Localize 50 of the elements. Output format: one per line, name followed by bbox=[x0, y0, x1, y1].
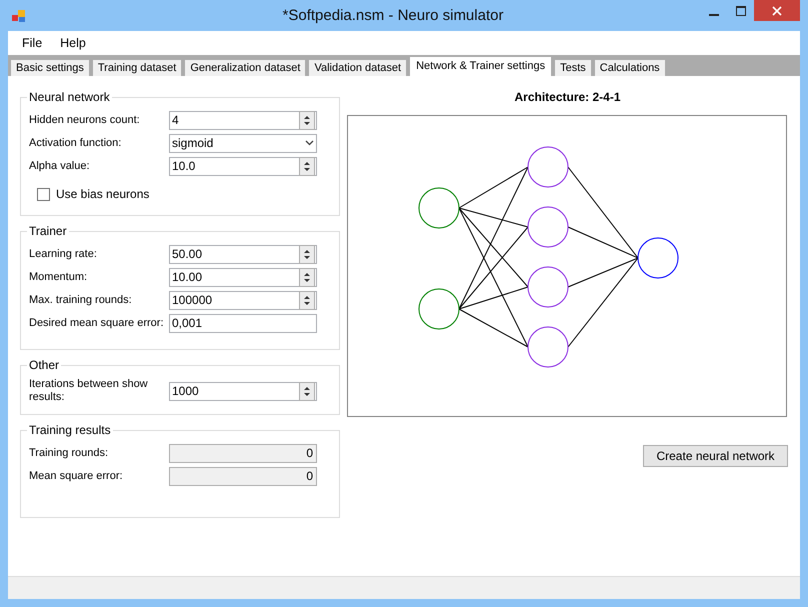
architecture-title: Architecture: 2-4-1 bbox=[514, 90, 621, 104]
field-label: Alpha value: bbox=[29, 160, 91, 172]
spinner-icon[interactable] bbox=[299, 268, 315, 286]
field-label: Activation function: bbox=[29, 136, 122, 150]
spinner-icon[interactable] bbox=[299, 244, 315, 264]
group-title: Training results bbox=[28, 423, 112, 437]
tab[interactable]: Network & Trainer settings bbox=[409, 56, 552, 76]
spin-box[interactable]: 10.00 bbox=[169, 268, 317, 286]
group-title: Neural network bbox=[28, 90, 111, 104]
close-button[interactable] bbox=[754, 0, 800, 21]
checkbox-label: Use bias neurons bbox=[56, 187, 150, 201]
tab[interactable]: Basic settings bbox=[10, 59, 90, 76]
spin-box[interactable]: 1000 bbox=[169, 382, 317, 400]
field-label: Max. training rounds: bbox=[29, 294, 133, 306]
spin-box[interactable]: 10.0 bbox=[169, 156, 317, 176]
input-field[interactable]: 0,001 bbox=[169, 314, 317, 332]
spin-box[interactable]: 4 bbox=[169, 110, 317, 130]
field-label: Momentum: bbox=[29, 270, 88, 284]
tab[interactable]: Generalization dataset bbox=[184, 59, 306, 76]
minimize-icon bbox=[708, 14, 718, 16]
maximize-icon bbox=[736, 6, 746, 16]
field-label: Iterations between show results: bbox=[29, 378, 149, 404]
spinner-icon[interactable] bbox=[299, 156, 315, 176]
menu-item[interactable]: File bbox=[14, 34, 50, 52]
tab[interactable]: Training dataset bbox=[92, 59, 182, 76]
field-label: Desired mean square error: bbox=[29, 316, 165, 330]
field-label: Mean square error: bbox=[29, 470, 124, 482]
window-title: *Softpedia.nsm - Neuro simulator bbox=[282, 7, 504, 24]
chevron-down-icon bbox=[305, 140, 314, 146]
checkbox[interactable] bbox=[37, 188, 50, 200]
group-title: Trainer bbox=[28, 224, 68, 238]
field-label: Training rounds: bbox=[29, 446, 110, 460]
dropdown[interactable]: sigmoid bbox=[169, 134, 317, 152]
spinner-icon[interactable] bbox=[299, 110, 315, 130]
menu-item[interactable]: Help bbox=[52, 34, 94, 52]
field-label: Hidden neurons count: bbox=[29, 114, 141, 126]
tab[interactable]: Tests bbox=[554, 59, 592, 76]
group-title: Other bbox=[28, 358, 60, 372]
spin-box[interactable]: 100000 bbox=[169, 290, 317, 310]
create-network-button[interactable]: Create neural network bbox=[643, 445, 788, 467]
close-icon bbox=[772, 6, 782, 16]
tab[interactable]: Validation dataset bbox=[308, 59, 408, 76]
spinner-icon[interactable] bbox=[299, 290, 315, 310]
field-label: Learning rate: bbox=[29, 248, 98, 260]
spin-box[interactable]: 50.00 bbox=[169, 244, 317, 264]
input-field[interactable]: 0 bbox=[169, 466, 317, 486]
app-icon bbox=[12, 10, 26, 22]
tab[interactable]: Calculations bbox=[594, 59, 666, 76]
input-field[interactable]: 0 bbox=[169, 444, 317, 462]
spinner-icon[interactable] bbox=[299, 382, 315, 400]
